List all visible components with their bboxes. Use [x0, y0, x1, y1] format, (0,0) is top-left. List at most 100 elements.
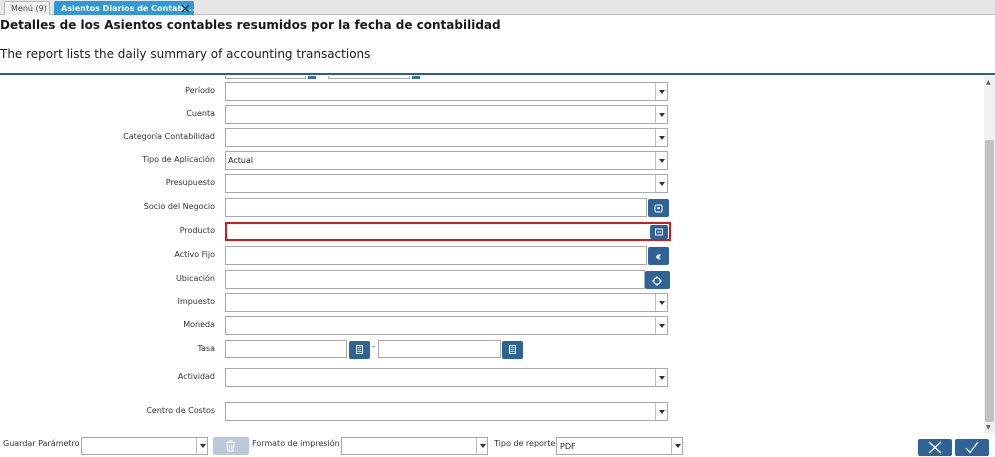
activo-fijo-search-button[interactable] [648, 247, 669, 265]
producto-input[interactable] [225, 222, 671, 241]
row-moneda: Moneda [0, 316, 982, 336]
tipo-reporte-label: Tipo de reporte [494, 439, 556, 448]
label-moneda: Moneda [183, 320, 215, 329]
label-producto: Producto [179, 226, 215, 235]
chevron-down-icon[interactable] [655, 152, 667, 169]
chevron-down-icon[interactable] [655, 83, 667, 100]
trash-icon [226, 440, 235, 452]
label-presupuesto: Presupuesto [165, 178, 215, 187]
chevron-down-icon[interactable] [655, 129, 667, 146]
row-producto: Producto [0, 222, 982, 242]
guardar-parametro-label: Guardar Parámetro [3, 439, 80, 448]
scrollbar-thumb[interactable] [985, 140, 994, 422]
row-cuenta: Cuenta [0, 105, 982, 125]
calendar-button-cutoff[interactable] [308, 76, 316, 79]
ubicacion-search-button[interactable] [645, 271, 670, 289]
chevron-down-icon[interactable] [655, 403, 667, 420]
chevron-down-icon[interactable] [655, 106, 667, 123]
chevron-down-icon[interactable] [655, 294, 667, 311]
calendar-button-cutoff-2[interactable] [412, 76, 420, 79]
guardar-parametro-select[interactable] [81, 437, 208, 455]
label-actividad: Actividad [177, 372, 215, 381]
presupuesto-select[interactable] [225, 174, 668, 193]
moneda-select[interactable] [225, 316, 668, 335]
tipo-aplicacion-value: Actual [228, 156, 254, 165]
formato-impresion-select[interactable] [341, 437, 488, 455]
chevron-down-icon[interactable] [671, 438, 682, 454]
tab-menu-label: Menú (9) [11, 4, 47, 13]
parameter-form: Período Cuenta Categoría Contabilidad Ti… [0, 76, 982, 430]
label-activo-fijo: Activo Fijo [174, 250, 215, 259]
chevron-down-icon[interactable] [655, 175, 667, 192]
label-impuesto: Impuesto [177, 297, 215, 306]
label-ubicacion: Ubicación [175, 274, 215, 283]
business-partner-icon [654, 204, 663, 213]
tab-asientos[interactable]: Asientos Diarios de Contabi... [54, 1, 196, 15]
tasa-from-input[interactable] [225, 340, 347, 358]
delete-parameter-button[interactable] [213, 437, 249, 455]
row-categoria: Categoría Contabilidad [0, 128, 982, 148]
impuesto-select[interactable] [225, 293, 668, 312]
socio-search-button[interactable] [648, 199, 669, 217]
row-tasa: Tasa - [0, 340, 982, 360]
tab-asientos-label: Asientos Diarios de Contabi... [61, 4, 196, 13]
scroll-up-icon[interactable]: ▲ [986, 79, 991, 86]
label-categoria: Categoría Contabilidad [123, 132, 215, 141]
label-centro-costos: Centro de Costos [146, 406, 215, 415]
tasa-to-calc-button[interactable] [502, 341, 523, 359]
tipo-reporte-select[interactable]: PDF [556, 437, 683, 455]
row-activo-fijo: Activo Fijo [0, 246, 982, 266]
actividad-select[interactable] [225, 368, 668, 387]
check-icon [965, 441, 979, 454]
row-presupuesto: Presupuesto [0, 174, 982, 194]
ok-button[interactable] [955, 439, 989, 456]
header-divider [0, 73, 995, 75]
periodo-select[interactable] [225, 82, 668, 101]
categoria-select[interactable] [225, 128, 668, 147]
producto-search-button[interactable] [650, 225, 668, 239]
product-icon [655, 228, 663, 236]
socio-input[interactable] [225, 198, 647, 217]
row-ubicacion: Ubicación [0, 270, 982, 290]
chevron-down-icon[interactable] [476, 438, 487, 454]
row-tipo-aplicacion: Tipo de Aplicación Actual [0, 151, 982, 171]
ubicacion-input[interactable] [225, 270, 645, 289]
tasa-to-input[interactable] [378, 340, 501, 358]
chevron-down-icon[interactable] [196, 438, 207, 454]
asset-icon [656, 254, 661, 260]
tasa-from-calc-button[interactable] [349, 341, 370, 359]
date-field-cutoff-from[interactable] [225, 76, 306, 79]
cuenta-select[interactable] [225, 105, 668, 124]
label-socio: Socio del Negocio [143, 202, 215, 211]
row-periodo: Período [0, 82, 982, 102]
close-icon[interactable] [180, 3, 191, 14]
page-title: Detalles de los Asientos contables resum… [0, 18, 501, 32]
centro-costos-select[interactable] [225, 402, 668, 421]
row-actividad: Actividad [0, 368, 982, 388]
chevron-down-icon[interactable] [655, 369, 667, 386]
calculator-icon [509, 345, 516, 354]
location-crosshair-icon [652, 276, 662, 286]
chevron-down-icon[interactable] [655, 317, 667, 334]
label-tasa: Tasa [197, 344, 215, 353]
date-field-cutoff-to[interactable] [328, 76, 410, 79]
row-socio: Socio del Negocio [0, 198, 982, 218]
tipo-reporte-value: PDF [560, 442, 576, 451]
tipo-aplicacion-select[interactable]: Actual [225, 151, 668, 170]
cancel-button[interactable] [918, 439, 952, 456]
scroll-down-icon[interactable]: ▼ [986, 424, 991, 431]
row-impuesto: Impuesto [0, 293, 982, 313]
tasa-separator: - [372, 342, 376, 352]
label-tipo-aplicacion: Tipo de Aplicación [142, 155, 215, 164]
row-centro-costos: Centro de Costos [0, 402, 982, 422]
calculator-icon [356, 345, 363, 354]
close-icon [928, 441, 942, 454]
tab-bar: Menú (9) Asientos Diarios de Contabi... [0, 0, 995, 15]
tab-menu[interactable]: Menú (9) [4, 1, 50, 15]
formato-impresion-label: Formato de impresión [252, 439, 340, 448]
page-description: The report lists the daily summary of ac… [0, 47, 371, 61]
label-periodo: Período [185, 86, 215, 95]
label-cuenta: Cuenta [186, 109, 215, 118]
activo-fijo-input[interactable] [225, 246, 647, 265]
report-footer: Guardar Parámetro Formato de impresión T… [0, 434, 995, 457]
